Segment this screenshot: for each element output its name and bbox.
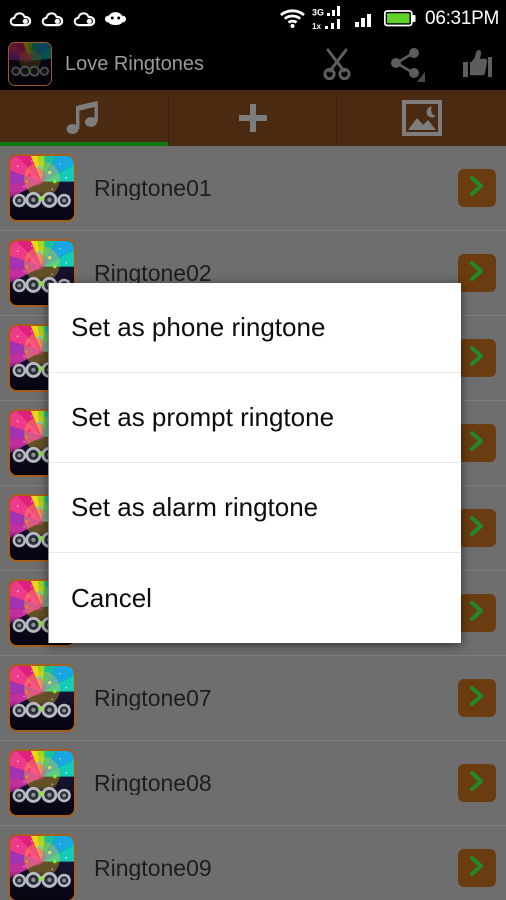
dialog-item-cancel[interactable]: Cancel	[49, 553, 461, 643]
dialog-item-alarm-ringtone[interactable]: Set as alarm ringtone	[49, 463, 461, 553]
dialog-item-phone-ringtone[interactable]: Set as phone ringtone	[49, 283, 461, 373]
dialog-item-prompt-ringtone[interactable]: Set as prompt ringtone	[49, 373, 461, 463]
app-screen: 3G 1x 06:31PM Love Ringtones Ringtone01 …	[0, 0, 506, 900]
ringtone-action-dialog: Set as phone ringtone Set as prompt ringt…	[48, 283, 461, 643]
